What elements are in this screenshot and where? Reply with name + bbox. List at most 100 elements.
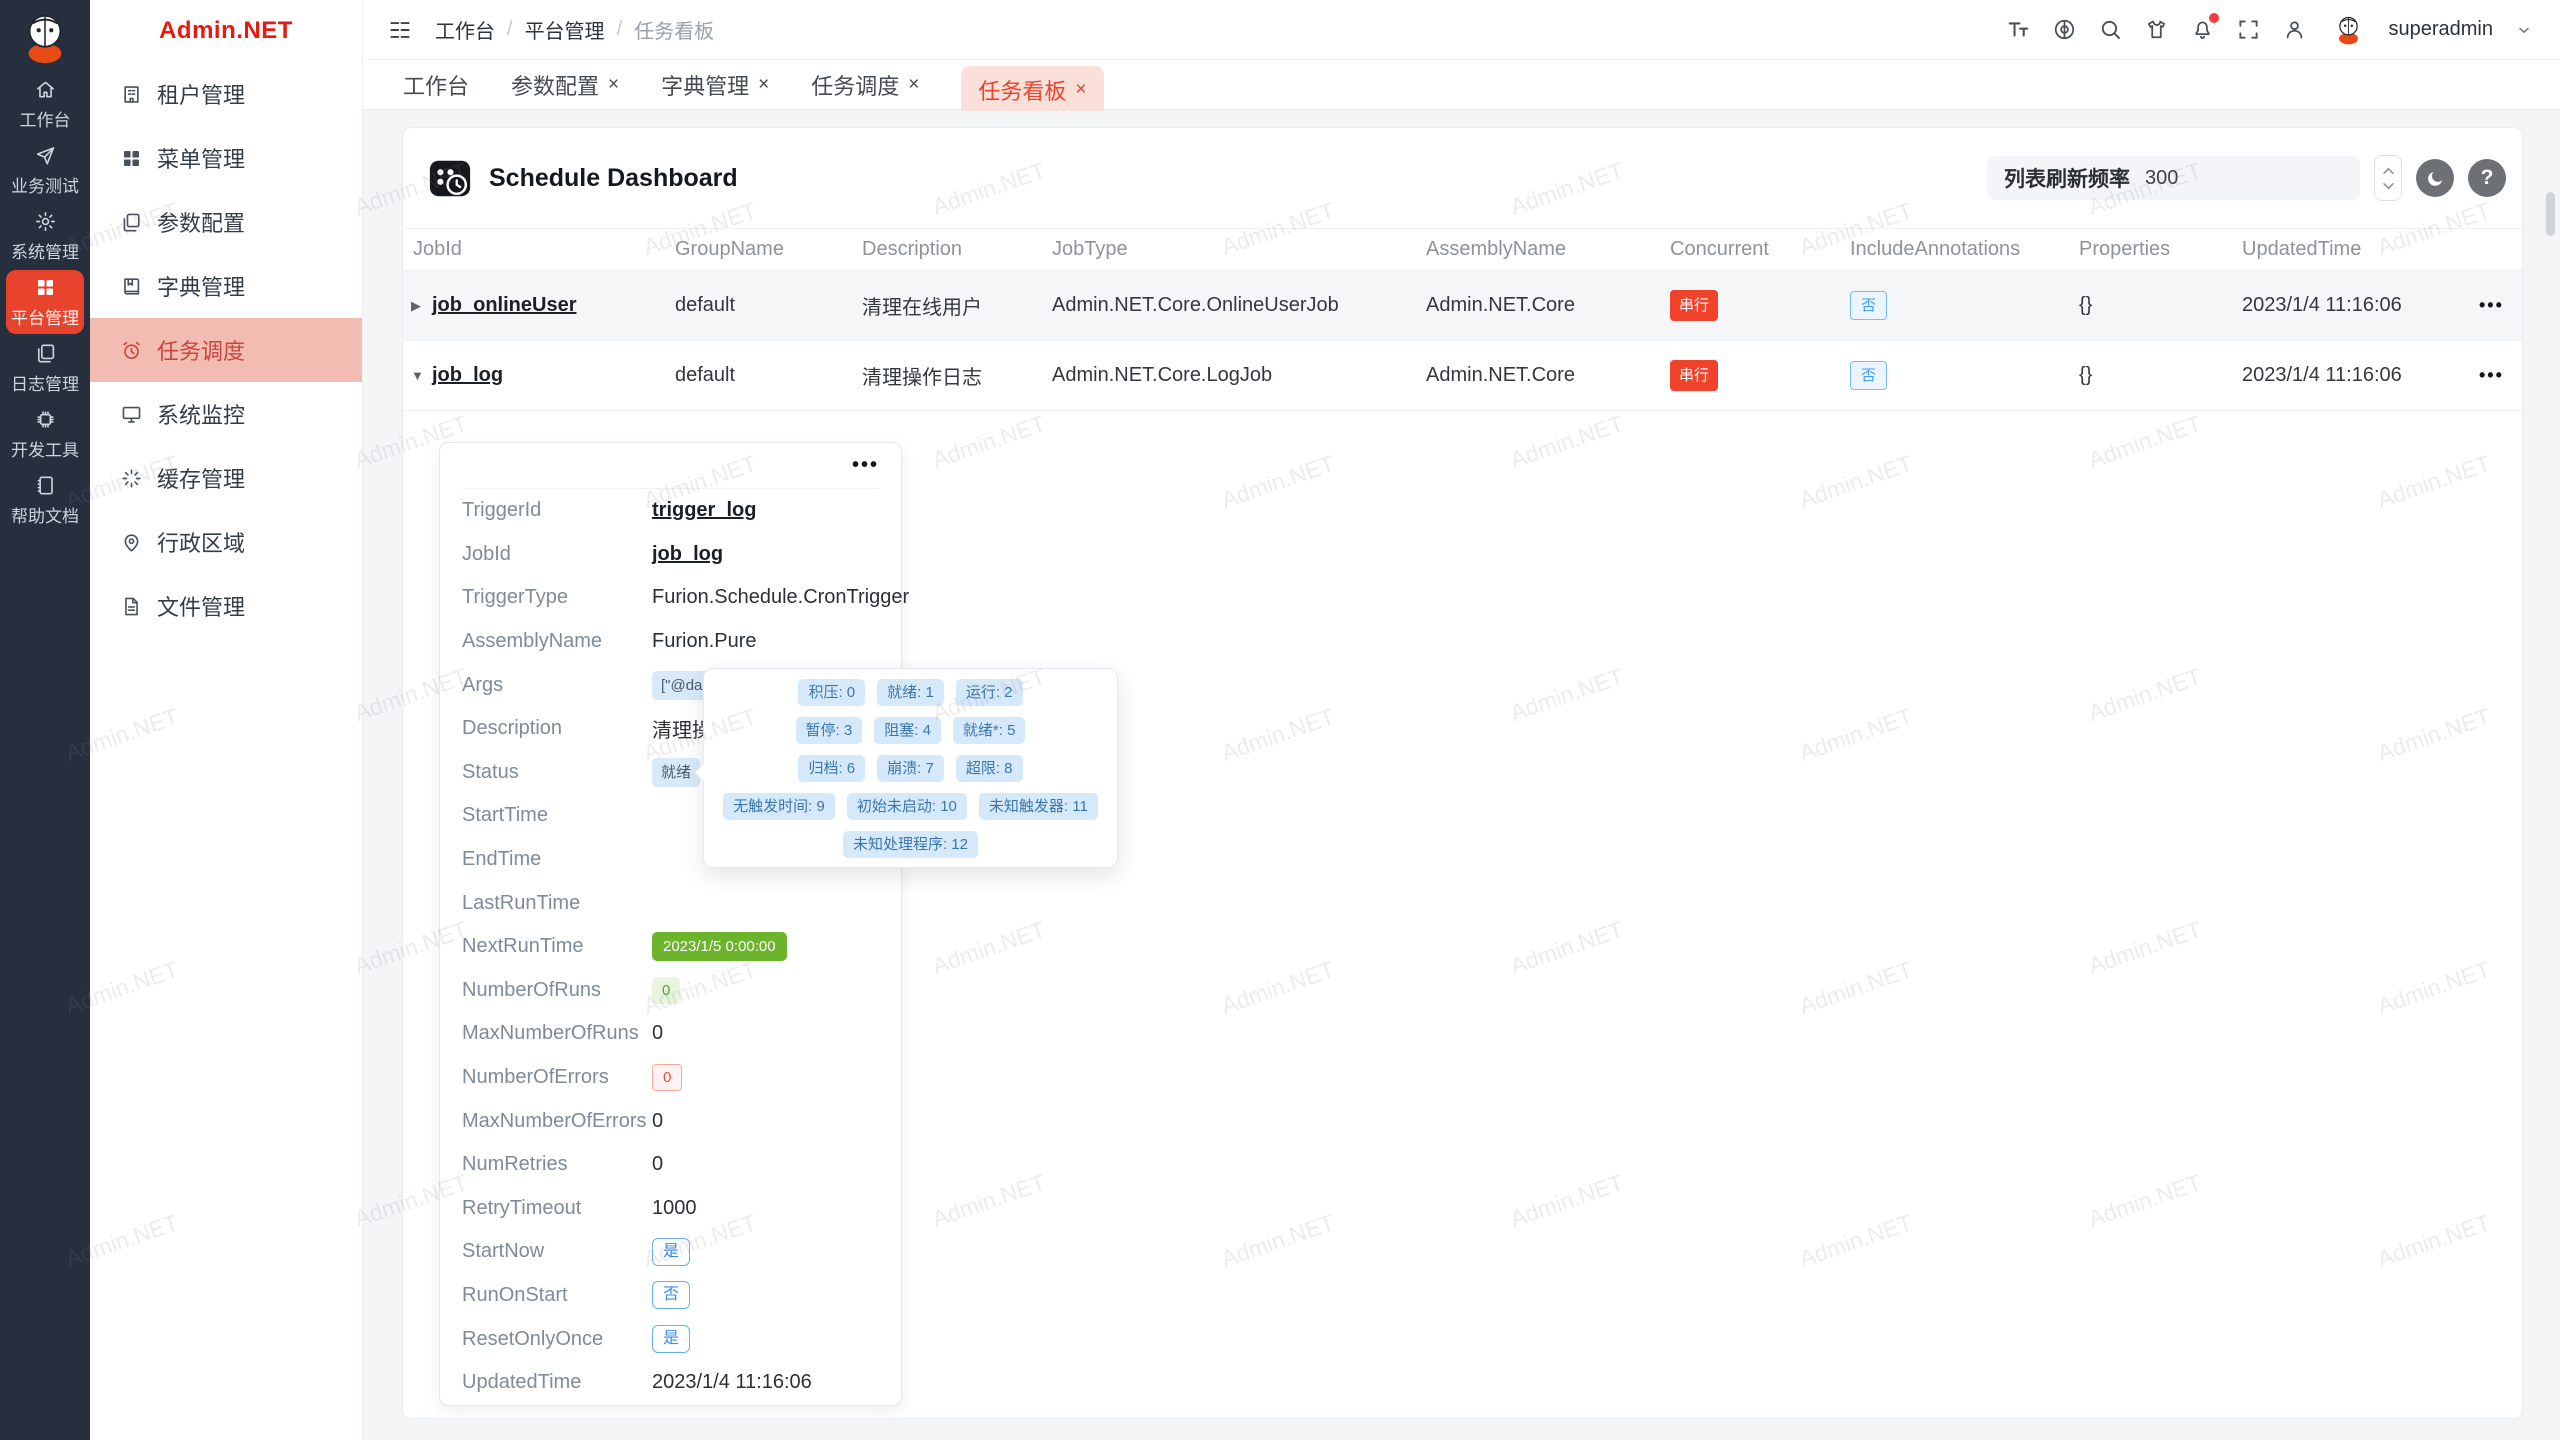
rail-item-4[interactable]: 平台管理 [6,270,84,334]
notification-badge [2209,13,2219,23]
user-icon[interactable] [2282,17,2307,42]
detail-value-status: 就绪 [652,758,700,787]
group-name-cell: default [675,364,862,387]
status-legend-badge: 积压: 0 [798,679,865,706]
job-type-cell: Admin.NET.Core.LogJob [1052,364,1426,387]
status-legend-badge: 阻塞: 4 [874,717,941,744]
detail-row-triggerid: TriggerIdtrigger_log [462,489,879,533]
sidebar-item-4[interactable]: 字典管理 [90,254,362,318]
tab-3[interactable]: 字典管理× [661,69,769,101]
close-tab-icon[interactable]: × [758,74,769,96]
tab-5[interactable]: 任务看板 × [961,66,1103,114]
detail-value-resetonlyonce: 是 [652,1325,690,1353]
rail-item-7[interactable]: 帮助文档 [6,468,84,532]
tab-4[interactable]: 任务调度× [811,69,919,101]
row-more-actions-icon[interactable]: ••• [2479,295,2504,315]
icon-rail: 工作台业务测试系统管理平台管理日志管理开发工具帮助文档 [0,0,90,1440]
refresh-rate-input[interactable]: 列表刷新频率 300 [1987,156,2360,200]
sidebar-item-label: 租户管理 [157,78,245,110]
help-button[interactable]: ? [2468,159,2506,197]
actions-cell: ••• [2479,294,2522,317]
tab-1[interactable]: 工作台 [403,69,469,101]
status-legend-badge: 运行: 2 [956,679,1023,706]
detail-value-jobid[interactable]: job_log [652,543,723,566]
collapse-row-icon[interactable]: ▼ [411,368,425,383]
detail-row-runonstart: RunOnStart否 [462,1274,879,1318]
refresh-rate-stepper[interactable] [2374,155,2402,201]
font-size-icon[interactable] [2006,17,2031,42]
sidebar-item-5[interactable]: 任务调度 [90,318,362,382]
panel-more-actions-icon[interactable]: ••• [852,454,879,477]
scrollbar-thumb[interactable] [2546,192,2555,236]
theme-icon[interactable] [2144,17,2169,42]
detail-label: LastRunTime [462,892,652,915]
status-legend-badge: 就绪*: 5 [953,717,1026,744]
building-icon [120,83,143,106]
rail-item-5[interactable]: 日志管理 [6,336,84,400]
rail-menu: 工作台业务测试系统管理平台管理日志管理开发工具帮助文档 [6,70,84,534]
sidebar-item-1[interactable]: 租户管理 [90,62,362,126]
alarm-icon [120,339,143,362]
sidebar-item-label: 系统监控 [157,398,245,430]
assembly-name-cell: Admin.NET.Core [1426,294,1670,317]
concurrent-badge: 串行 [1670,360,1718,391]
detail-value-triggertype: Furion.Schedule.CronTrigger [652,586,909,609]
collapse-sidebar-icon[interactable] [387,17,413,43]
column-header: JobId [403,238,675,261]
table-row: ▶job_onlineUserdefault清理在线用户Admin.NET.Co… [403,271,2522,341]
language-icon[interactable] [2052,17,2077,42]
fullscreen-icon[interactable] [2236,17,2261,42]
status-legend-badge: 崩溃: 7 [877,755,944,782]
tab-2[interactable]: 参数配置× [511,69,619,101]
sidebar-item-label: 任务调度 [157,334,245,366]
rail-item-1[interactable]: 工作台 [6,72,84,136]
detail-label: StartNow [462,1240,652,1263]
dark-mode-button[interactable] [2416,159,2454,197]
panel-header: ••• [462,443,879,489]
column-header: JobType [1052,238,1426,261]
detail-value-triggerid[interactable]: trigger_log [652,499,756,522]
chevron-down-icon[interactable] [2514,20,2534,40]
column-header: AssemblyName [1426,238,1670,261]
table-body: ▶job_onlineUserdefault清理在线用户Admin.NET.Co… [403,271,2522,411]
close-tab-icon[interactable]: × [1075,79,1086,101]
rail-item-3[interactable]: 系统管理 [6,204,84,268]
table-header: JobIdGroupNameDescriptionJobTypeAssembly… [403,228,2522,271]
detail-row-resetonlyonce: ResetOnlyOnce是 [462,1317,879,1361]
updated-time-cell: 2023/1/4 11:16:06 [2242,364,2479,387]
rail-item-6[interactable]: 开发工具 [6,402,84,466]
tab-label: 任务看板 [978,74,1066,106]
app-logo[interactable] [16,8,74,66]
rail-item-2[interactable]: 业务测试 [6,138,84,202]
row-more-actions-icon[interactable]: ••• [2479,365,2504,385]
breadcrumb-item[interactable]: 工作台 [435,15,495,44]
breadcrumb-separator: / [617,18,623,41]
detail-label: MaxNumberOfErrors [462,1110,652,1133]
search-icon[interactable] [2098,17,2123,42]
header-controls: 列表刷新频率 300 ? [1987,155,2506,201]
avatar[interactable] [2332,13,2365,46]
username[interactable]: superadmin [2388,18,2493,41]
brand-logo-text: Admin.NET [90,0,362,62]
detail-label: RetryTimeout [462,1197,652,1220]
job-id-link[interactable]: job_onlineUser [432,294,576,317]
sidebar-item-8[interactable]: 行政区域 [90,510,362,574]
sidebar-item-7[interactable]: 缓存管理 [90,446,362,510]
content-area: Schedule Dashboard 列表刷新频率 300 ? [363,111,2560,1440]
grid-icon [34,276,57,299]
breadcrumb-item[interactable]: 平台管理 [525,15,605,44]
detail-value-nextruntime: 2023/1/5 0:00:00 [652,932,787,961]
notification-icon[interactable] [2190,17,2215,42]
close-tab-icon[interactable]: × [608,74,619,96]
sidebar-item-3[interactable]: 参数配置 [90,190,362,254]
refresh-rate-value[interactable]: 300 [2145,167,2178,190]
close-tab-icon[interactable]: × [908,74,919,96]
detail-value-numberofruns: 0 [652,977,680,1004]
expand-row-icon[interactable]: ▶ [411,298,425,314]
sidebar-item-6[interactable]: 系统监控 [90,382,362,446]
properties-cell: {} [2079,294,2242,317]
group-name-cell: default [675,294,862,317]
sidebar-item-9[interactable]: 文件管理 [90,574,362,638]
job-id-link[interactable]: job_log [432,364,503,387]
sidebar-item-2[interactable]: 菜单管理 [90,126,362,190]
